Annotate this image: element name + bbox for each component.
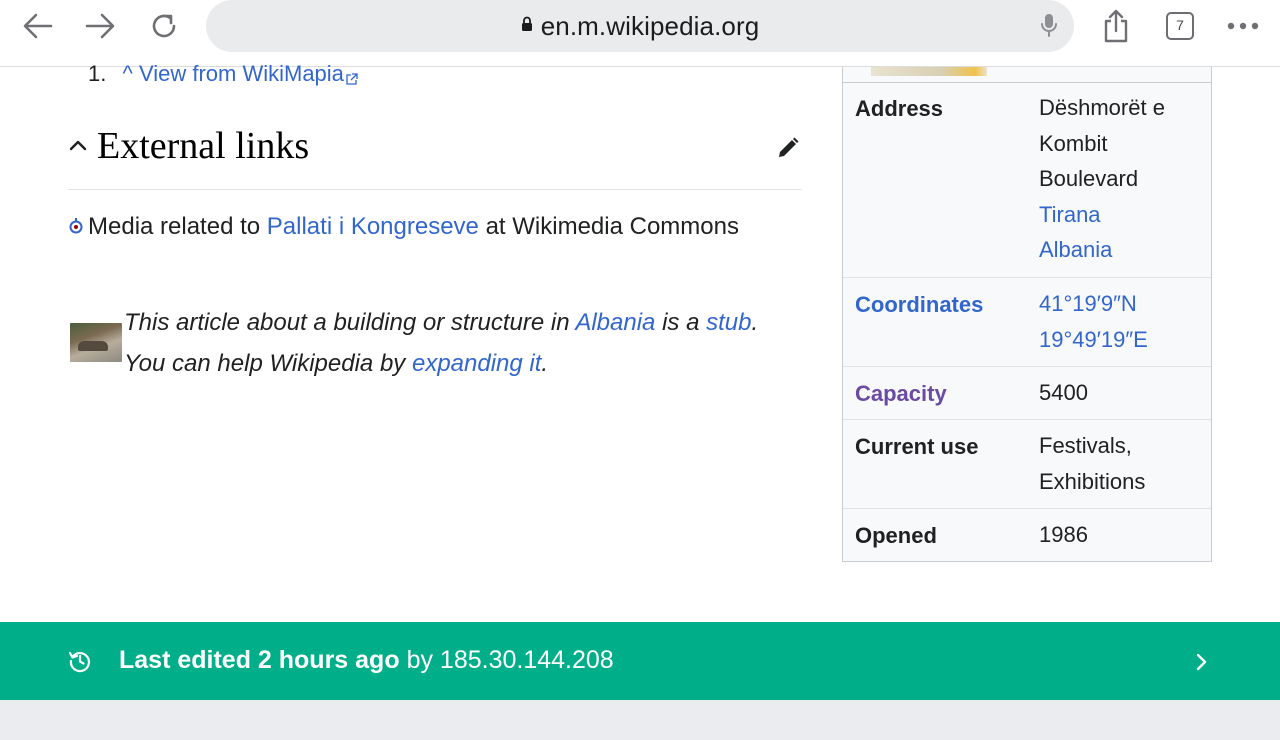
history-icon bbox=[68, 649, 92, 678]
section-title: External links bbox=[97, 125, 310, 167]
reload-button[interactable] bbox=[142, 8, 186, 44]
address-line: Boulevard bbox=[1039, 166, 1139, 191]
infobox-row-address: Address Dëshmorët e Kombit Boulevard Tir… bbox=[843, 83, 1211, 278]
tab-count: 7 bbox=[1176, 17, 1184, 33]
url-text: en.m.wikipedia.org bbox=[540, 10, 760, 41]
commons-category-link[interactable]: Pallati i Kongreseve bbox=[267, 213, 479, 240]
stub-text: This article about a building or structu… bbox=[124, 302, 804, 384]
infobox-value: 5400 bbox=[1039, 380, 1088, 405]
stub-text-part: is a bbox=[662, 309, 700, 336]
address-line: Dëshmorët e bbox=[1039, 95, 1165, 120]
more-menu-button[interactable] bbox=[1221, 8, 1265, 44]
albania-infobox-link[interactable]: Albania bbox=[1039, 237, 1112, 262]
share-icon bbox=[1102, 9, 1130, 43]
section-heading-external-links[interactable]: External links bbox=[68, 118, 802, 190]
arrow-right-icon bbox=[85, 13, 115, 39]
reference-number: 1. bbox=[88, 61, 107, 86]
lock-icon bbox=[521, 16, 533, 37]
back-button[interactable] bbox=[16, 8, 60, 44]
wikimapia-link[interactable]: View from WikiMapia bbox=[139, 61, 344, 86]
microphone-icon[interactable] bbox=[1040, 12, 1058, 43]
wikimedia-commons-icon bbox=[68, 214, 84, 242]
forward-button[interactable] bbox=[78, 8, 122, 44]
latitude-link[interactable]: 41°19′9″N bbox=[1039, 291, 1137, 316]
longitude-link[interactable]: 19°49′19″E bbox=[1039, 327, 1148, 352]
chevron-right-icon bbox=[1194, 652, 1208, 677]
stub-link[interactable]: stub bbox=[706, 309, 751, 336]
expanding-it-link[interactable]: expanding it bbox=[412, 350, 541, 377]
share-button[interactable] bbox=[1094, 8, 1138, 44]
infobox-label: Address bbox=[855, 96, 944, 121]
stub-text-part: This article about a building or structu… bbox=[124, 309, 570, 336]
infobox-value: Festivals, Exhibitions bbox=[1039, 428, 1145, 499]
coordinates-label-link[interactable]: Coordinates bbox=[855, 292, 983, 318]
infobox-value: Dëshmorët e Kombit Boulevard Tirana Alba… bbox=[1039, 90, 1165, 268]
browser-toolbar: en.m.wikipedia.org 7 bbox=[0, 0, 1280, 67]
infobox-label: Opened bbox=[855, 523, 937, 548]
infobox-label: Current use bbox=[855, 434, 979, 459]
external-link-icon bbox=[346, 65, 358, 91]
last-edited-by: by 185.30.144.208 bbox=[406, 646, 614, 674]
value-line: Festivals, bbox=[1039, 433, 1132, 458]
address-bar[interactable]: en.m.wikipedia.org bbox=[206, 0, 1074, 52]
infobox-row-current-use: Current use Festivals, Exhibitions bbox=[843, 420, 1211, 509]
infobox-row-capacity: Capacity 5400 bbox=[843, 367, 1211, 420]
last-edited-bar[interactable]: Last edited 2 hours ago by 185.30.144.20… bbox=[0, 622, 1280, 700]
infobox-row-coordinates: Coordinates 41°19′9″N 19°49′19″E bbox=[843, 278, 1211, 367]
infobox-row-opened: Opened 1986 bbox=[843, 509, 1211, 562]
arrow-left-icon bbox=[23, 13, 53, 39]
last-edited-text: Last edited 2 hours ago by 185.30.144.20… bbox=[119, 646, 614, 675]
reload-icon bbox=[149, 11, 179, 41]
value-line: Exhibitions bbox=[1039, 468, 1146, 494]
page-bottom-area bbox=[0, 700, 1280, 740]
more-icon bbox=[1227, 22, 1259, 30]
chevron-up-icon[interactable] bbox=[68, 138, 88, 157]
pencil-icon[interactable] bbox=[776, 136, 800, 165]
infobox-value: 41°19′9″N 19°49′19″E bbox=[1039, 286, 1148, 357]
reference-backlink[interactable]: ^ bbox=[122, 61, 132, 86]
stub-thumbnail-image bbox=[70, 323, 122, 362]
tirana-link[interactable]: Tirana bbox=[1039, 202, 1101, 227]
tabs-button[interactable]: 7 bbox=[1166, 12, 1194, 40]
media-prefix: Media related to bbox=[88, 213, 261, 240]
location-map[interactable] bbox=[843, 67, 1211, 83]
infobox-value: 1986 bbox=[1039, 522, 1088, 547]
reference-item: 1. ^ View from WikiMapia bbox=[88, 61, 358, 91]
media-suffix: at Wikimedia Commons bbox=[485, 213, 739, 240]
albania-link[interactable]: Albania bbox=[575, 309, 655, 336]
last-edited-time: Last edited 2 hours ago bbox=[119, 646, 400, 674]
commons-media-line: Media related to Pallati i Kongreseve at… bbox=[68, 213, 739, 242]
address-line: Kombit bbox=[1039, 130, 1108, 156]
capacity-label-link[interactable]: Capacity bbox=[855, 381, 947, 407]
stub-text-part: . bbox=[541, 350, 549, 377]
map-image bbox=[871, 67, 987, 76]
infobox: Address Dëshmorët e Kombit Boulevard Tir… bbox=[842, 67, 1212, 562]
